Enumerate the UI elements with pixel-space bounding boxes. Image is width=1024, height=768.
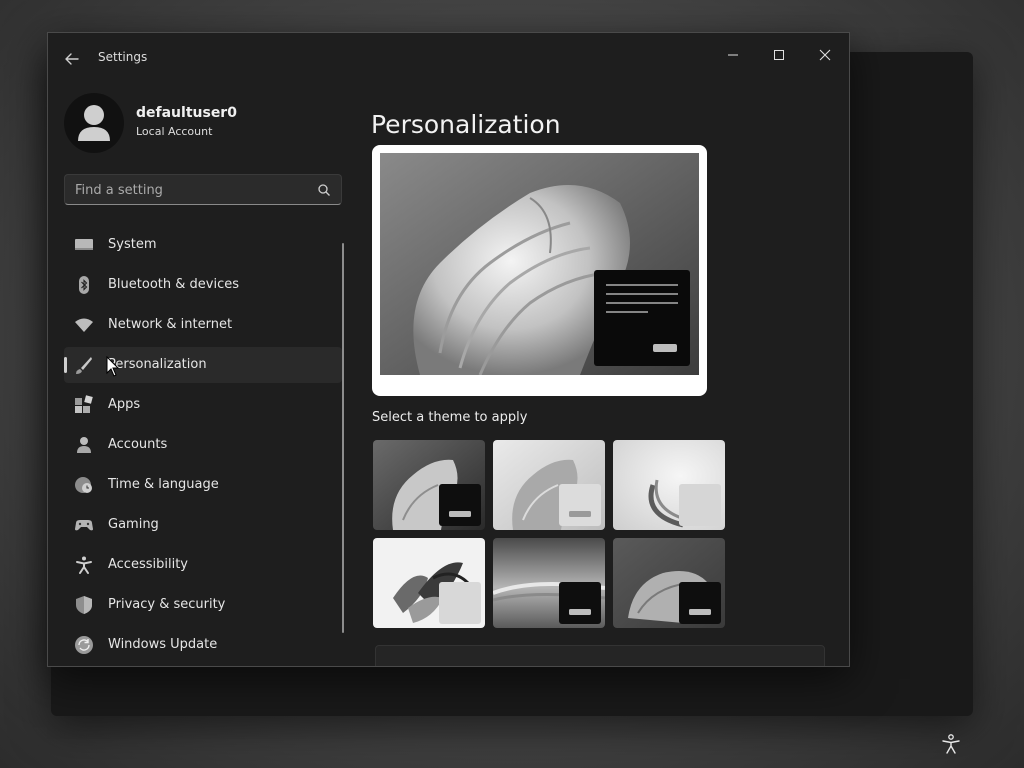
close-button[interactable] [802, 39, 848, 71]
person-avatar-icon [78, 105, 110, 141]
window-title: Settings [98, 50, 148, 64]
search-box [64, 174, 342, 206]
theme-grid [373, 440, 729, 630]
sidebar-item-network[interactable]: Network & internet [64, 307, 342, 343]
theme-tile-6[interactable] [613, 538, 725, 628]
back-arrow-icon [65, 53, 79, 65]
sidebar-item-accounts[interactable]: Accounts [64, 427, 342, 463]
bluetooth-icon [79, 276, 89, 294]
user-name: defaultuser0 [136, 105, 237, 121]
sidebar-item-label: Accounts [108, 437, 168, 452]
shield-icon [76, 596, 92, 614]
user-profile[interactable]: defaultuser0 Local Account [64, 93, 364, 153]
sidebar-item-gaming[interactable]: Gaming [64, 507, 342, 543]
theme-tile-4[interactable] [373, 538, 485, 628]
theme-thumbnail [373, 538, 485, 628]
theme-tile-5[interactable] [493, 538, 605, 628]
back-button[interactable] [62, 49, 82, 69]
page-title: Personalization [371, 109, 561, 139]
minimize-button[interactable] [710, 39, 756, 71]
maximize-icon [774, 50, 784, 60]
sidebar-item-apps[interactable]: Apps [64, 387, 342, 423]
title-bar: Settings [48, 33, 849, 81]
minimize-icon [728, 54, 738, 56]
theme-tile-3[interactable] [613, 440, 725, 530]
sidebar-scrollbar[interactable] [342, 243, 344, 633]
sidebar-nav: System Bluetooth & devices Network & int… [64, 227, 342, 666]
settings-window: Settings defaultuser0 Local Account Find… [47, 32, 850, 667]
theme-thumbnail [373, 440, 485, 530]
accessibility-icon[interactable] [940, 733, 962, 755]
wallpaper-preview [380, 153, 699, 375]
active-indicator [64, 357, 67, 373]
gamepad-icon [75, 520, 93, 531]
sidebar-item-label: Windows Update [108, 637, 218, 652]
sidebar-item-label: Privacy & security [108, 597, 226, 612]
sidebar-item-windows-update[interactable]: Windows Update [64, 627, 342, 663]
sidebar-item-label: Accessibility [108, 557, 188, 572]
sidebar-item-privacy[interactable]: Privacy & security [64, 587, 342, 623]
sidebar-item-time-language[interactable]: Time & language [64, 467, 342, 503]
sidebar-item-bluetooth[interactable]: Bluetooth & devices [64, 267, 342, 303]
close-icon [819, 49, 831, 61]
sidebar-item-label: Network & internet [108, 317, 233, 332]
theme-preview [372, 145, 707, 396]
paintbrush-icon [76, 357, 92, 374]
monitor-icon [75, 239, 93, 250]
person-icon [77, 437, 91, 453]
sidebar-item-label: Bluetooth & devices [108, 277, 239, 292]
wifi-icon [75, 318, 93, 332]
account-type: Local Account [136, 125, 213, 138]
search-icon[interactable] [317, 183, 331, 197]
sidebar-item-label: System [108, 237, 157, 252]
sidebar-item-system[interactable]: System [64, 227, 342, 263]
mouse-cursor-icon [106, 356, 120, 377]
sidebar-item-label: Time & language [108, 477, 219, 492]
sidebar-item-label: Personalization [108, 357, 207, 372]
sidebar-item-label: Gaming [108, 517, 159, 532]
avatar [64, 93, 124, 153]
theme-tile-1[interactable] [373, 440, 485, 530]
sidebar-item-label: Apps [108, 397, 141, 412]
refresh-icon [75, 636, 93, 654]
globe-clock-icon [75, 477, 92, 493]
maximize-button[interactable] [756, 39, 802, 71]
search-input[interactable] [65, 175, 317, 206]
theme-thumbnail [613, 440, 725, 530]
settings-card[interactable] [375, 645, 825, 666]
apps-icon [75, 395, 93, 413]
theme-thumbnail [493, 440, 605, 530]
theme-tile-2[interactable] [493, 440, 605, 530]
theme-section-label: Select a theme to apply [372, 410, 528, 425]
theme-thumbnail [613, 538, 725, 628]
theme-thumbnail [493, 538, 605, 628]
sidebar-item-accessibility[interactable]: Accessibility [64, 547, 342, 583]
accessibility-icon [76, 556, 92, 574]
